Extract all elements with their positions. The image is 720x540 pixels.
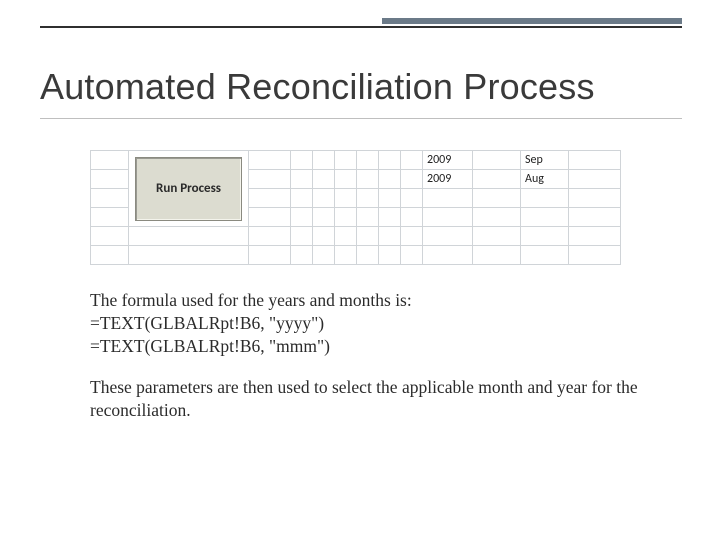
slide: Automated Reconciliation Process [0,0,720,540]
slide-title: Automated Reconciliation Process [40,66,595,108]
slide-content: Run Process 2009 Sep 2009 Aug [90,150,650,440]
header-rule [40,26,682,28]
formula-paragraph: The formula used for the years and month… [90,289,650,358]
sheet-row [91,227,621,246]
sheet-row: Run Process 2009 Sep [91,151,621,170]
cell-month: Sep [521,151,569,170]
body-text: The formula used for the years and month… [90,289,650,422]
sheet-row [91,246,621,265]
text-line: =TEXT(GLBALRpt!B6, "yyyy") [90,313,324,333]
text-line: =TEXT(GLBALRpt!B6, "mmm") [90,336,330,356]
cell-year: 2009 [423,151,473,170]
explanation-paragraph: These parameters are then used to select… [90,376,650,422]
spreadsheet: Run Process 2009 Sep 2009 Aug [90,150,621,265]
text-line: The formula used for the years and month… [90,290,412,310]
cell-month: Aug [521,170,569,189]
header-accent-bar [382,18,682,24]
title-underline [40,118,682,119]
run-process-button[interactable]: Run Process [135,157,242,221]
cell-year: 2009 [423,170,473,189]
